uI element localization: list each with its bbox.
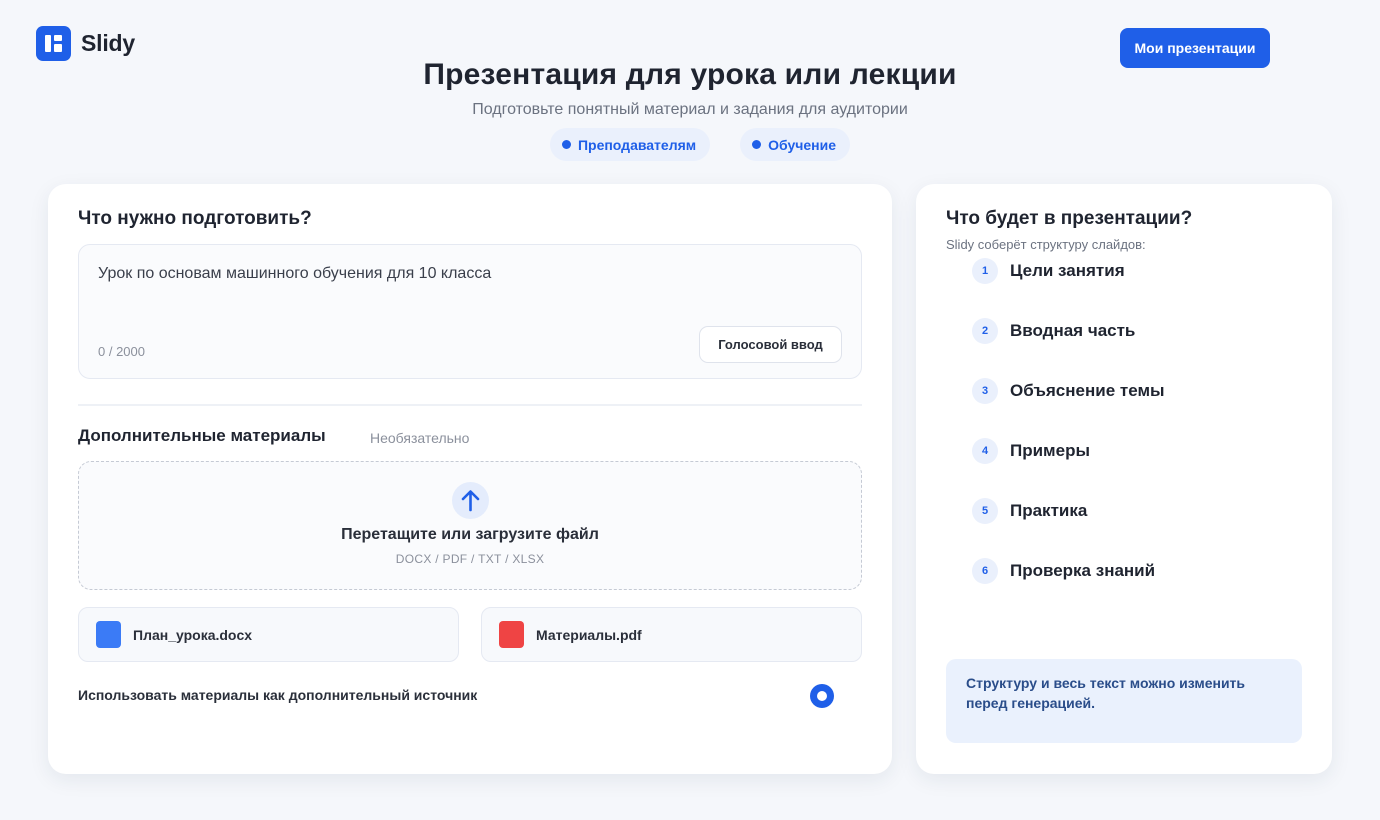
step-number: 5	[972, 498, 998, 524]
file-name: План_урока.docx	[133, 626, 253, 643]
logo-icon	[36, 26, 71, 61]
step-number: 3	[972, 378, 998, 404]
step-label: Примеры	[1010, 441, 1090, 460]
attached-file[interactable]: План_урока.docx	[78, 607, 459, 662]
outline-step: 3 Объяснение темы	[972, 378, 1292, 404]
tag-label: Обучение	[768, 136, 837, 153]
char-counter: 0 / 2000	[98, 344, 145, 359]
upload-arrow-icon	[452, 482, 489, 519]
docx-file-icon	[96, 621, 121, 648]
edit-note: Структуру и весь текст можно изменить пе…	[946, 659, 1302, 743]
pdf-file-icon	[499, 621, 524, 648]
step-label: Вводная часть	[1010, 321, 1136, 340]
tag-teachers[interactable]: Преподавателям	[549, 128, 711, 161]
outline-card: Что будет в презентации? Slidy соберёт с…	[916, 184, 1332, 774]
materials-heading: Дополнительные материалы	[78, 426, 326, 445]
step-label: Практика	[1010, 501, 1088, 520]
file-name: Материалы.pdf	[536, 626, 642, 643]
outline-heading: Что будет в презентации?	[946, 208, 1193, 229]
outline-step: 4 Примеры	[972, 438, 1292, 464]
audience-tags: Преподавателям Обучение	[0, 128, 1380, 161]
prompt-heading: Что нужно подготовить?	[78, 208, 312, 229]
dropzone-formats: DOCX / PDF / TXT / XLSX	[395, 552, 545, 566]
prompt-card: Что нужно подготовить? Урок по основам м…	[48, 184, 892, 774]
dropzone-title: Перетащите или загрузите файл	[341, 526, 599, 543]
prompt-value: Урок по основам машинного обучения для 1…	[98, 265, 492, 282]
prompt-textarea[interactable]: Урок по основам машинного обучения для 1…	[78, 244, 862, 379]
voice-input-button[interactable]: Голосовой ввод	[699, 326, 842, 363]
tag-label: Преподавателям	[577, 136, 697, 153]
step-label: Объяснение темы	[1010, 381, 1165, 400]
tag-education[interactable]: Обучение	[740, 128, 851, 161]
step-label: Цели занятия	[1010, 261, 1125, 280]
optional-label: Необязательно	[370, 430, 470, 446]
outline-step: 5 Практика	[972, 498, 1292, 524]
file-dropzone[interactable]: Перетащите или загрузите файл DOCX / PDF…	[78, 461, 862, 590]
step-label: Проверка знаний	[1010, 561, 1156, 580]
step-number: 4	[972, 438, 998, 464]
step-number: 2	[972, 318, 998, 344]
page-subtitle: Подготовьте понятный материал и задания …	[472, 101, 908, 118]
brand-name: Slidy	[81, 30, 135, 56]
brand-logo[interactable]: Slidy	[36, 26, 135, 61]
page-title: Презентация для урока или лекции	[423, 58, 957, 91]
use-materials-label: Использовать материалы как дополнительны…	[78, 687, 478, 703]
step-number: 6	[972, 558, 998, 584]
outline-subheading: Slidy соберёт структуру слайдов:	[946, 237, 1146, 252]
step-number: 1	[972, 258, 998, 284]
outline-step: 1 Цели занятия	[972, 258, 1292, 284]
attached-file[interactable]: Материалы.pdf	[481, 607, 862, 662]
dot-icon	[752, 140, 762, 149]
divider	[78, 404, 862, 406]
use-materials-radio[interactable]	[810, 684, 834, 708]
dot-icon	[561, 140, 571, 149]
outline-step: 6 Проверка знаний	[972, 558, 1292, 584]
outline-step: 2 Вводная часть	[972, 318, 1292, 344]
